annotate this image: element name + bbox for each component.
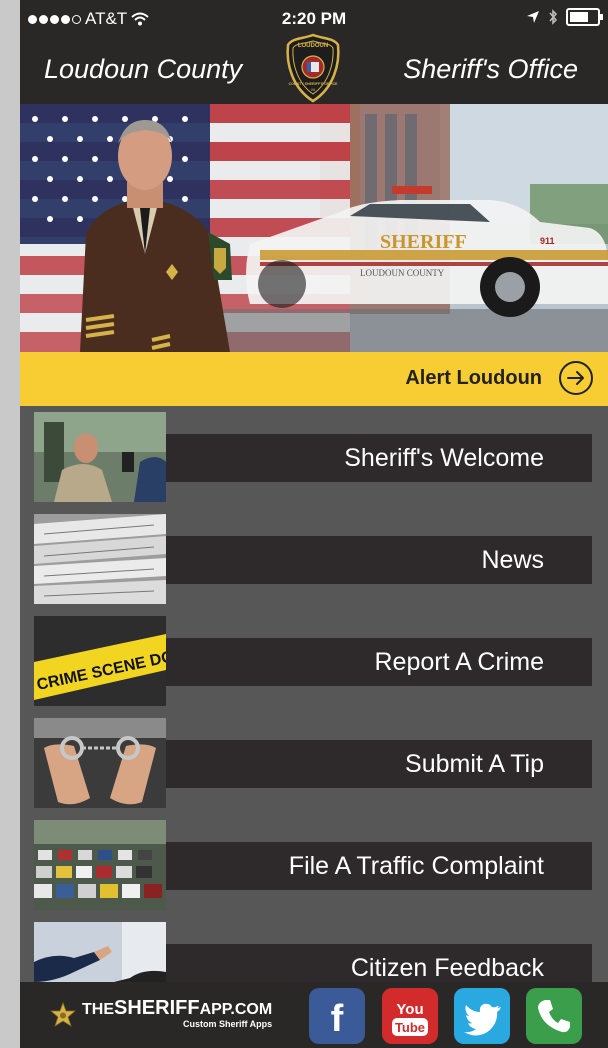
traffic-jam-thumbnail <box>34 820 166 910</box>
header-title-right: Sheriff's Office <box>403 54 578 84</box>
phone-icon <box>526 988 582 1044</box>
menu-item-label: News <box>166 536 592 584</box>
app-screen: AT&T 2:20 PM Loudoun County LOUDOUN COUN… <box>20 0 608 1048</box>
hero-image: SHERIFF LOUDOUN COUNTY 911 <box>20 104 608 352</box>
badge-top-text: LOUDOUN <box>298 43 328 49</box>
header-title-left: Loudoun County <box>44 54 243 84</box>
menu-item-submit-a-tip[interactable]: Submit A Tip <box>20 712 608 814</box>
handcuffs-thumbnail <box>34 718 166 808</box>
app-header: Loudoun County LOUDOUN COUNTY SHERIFF'S … <box>20 33 608 104</box>
facebook-icon: f <box>309 988 365 1044</box>
svg-text:You: You <box>396 1001 423 1018</box>
menu-item-citizen-feedback[interactable]: Citizen Feedback <box>20 916 608 982</box>
crime-scene-tape-thumbnail: CRIME SCENE DO NOT CROSS <box>34 616 166 706</box>
facebook-button[interactable]: f <box>309 988 365 1044</box>
thesheriffapp-brand[interactable]: THESHERIFFAPP.COM Custom Sheriff Apps <box>50 997 273 1029</box>
menu-item-label: Submit A Tip <box>166 740 592 788</box>
badge-bottom-text: COUNTY SHERIFF'S OFFICE <box>289 82 339 86</box>
location-arrow-icon <box>527 11 539 23</box>
sheriff-badge-logo: LOUDOUN COUNTY SHERIFF'S OFFICE VA <box>286 33 340 103</box>
alert-label: Alert Loudoun <box>405 367 542 389</box>
clock: 2:20 PM <box>281 9 347 28</box>
menu-item-news[interactable]: News <box>20 508 608 610</box>
phone-button[interactable] <box>526 988 582 1044</box>
svg-text:f: f <box>331 998 344 1040</box>
menu-item-label: Citizen Feedback <box>166 944 592 982</box>
citizen-feedback-thumbnail <box>34 922 166 982</box>
menu-item-sheriffs-welcome[interactable]: Sheriff's Welcome <box>20 406 608 508</box>
twitter-icon <box>454 988 510 1044</box>
youtube-icon: You Tube <box>382 988 438 1044</box>
twitter-button[interactable] <box>454 988 510 1044</box>
sheriff-star-icon <box>50 1001 76 1027</box>
brand-suffix: APP.COM <box>199 1001 273 1018</box>
hero-banner: SHERIFF LOUDOUN COUNTY 911 <box>20 104 608 352</box>
brand-name: SHERIFF <box>114 997 200 1019</box>
status-icons <box>526 8 603 26</box>
car-county-text: LOUDOUN COUNTY <box>360 268 445 278</box>
brand-tagline: Custom Sheriff Apps <box>183 1019 273 1029</box>
news-thumbnail <box>34 514 166 604</box>
badge-state-text: VA <box>311 88 316 92</box>
bluetooth-icon <box>549 9 558 25</box>
battery-icon <box>566 8 603 26</box>
youtube-button[interactable]: You Tube <box>382 988 438 1044</box>
menu-item-file-a-traffic-complaint[interactable]: File A Traffic Complaint <box>20 814 608 916</box>
arrow-right-circle-icon <box>559 361 593 395</box>
menu-item-label: Report A Crime <box>166 638 592 686</box>
car-number-text: 911 <box>540 236 555 246</box>
menu-item-report-a-crime[interactable]: CRIME SCENE DO NOT CROSS Report A Crime <box>20 610 608 712</box>
menu-item-label: File A Traffic Complaint <box>166 842 592 890</box>
alert-loudoun-button[interactable]: Alert Loudoun <box>20 352 608 406</box>
sheriffs-welcome-thumbnail <box>34 412 166 502</box>
brand-prefix: THE <box>82 1001 114 1018</box>
main-menu: Sheriff's Welcome News Report A Crime Su… <box>20 406 608 982</box>
menu-item-label: Sheriff's Welcome <box>166 434 592 482</box>
svg-text:Tube: Tube <box>395 1020 425 1035</box>
footer-bar: THESHERIFFAPP.COM Custom Sheriff Apps f … <box>20 982 608 1048</box>
car-sheriff-text: SHERIFF <box>380 231 467 253</box>
